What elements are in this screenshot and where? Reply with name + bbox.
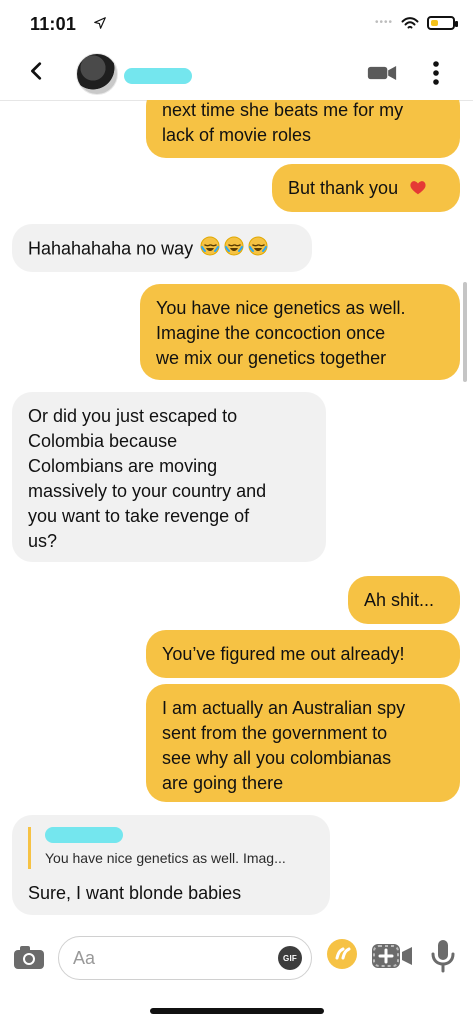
gif-button[interactable]: GIF (278, 946, 302, 970)
chat-header (0, 44, 473, 101)
message-text: Or did you just escaped to Colombia beca… (28, 406, 267, 551)
video-add-icon[interactable] (370, 940, 414, 972)
location-arrow-icon (94, 17, 106, 29)
wifi-icon (401, 17, 419, 29)
outgoing-message: But thank you (272, 164, 460, 212)
message-text: You’ve figured me out already! (162, 644, 405, 664)
contact-name-redaction (124, 68, 192, 84)
outgoing-message: I am actually an Australian spy sent fro… (146, 684, 460, 802)
laughing-with-tears-emoji (200, 236, 270, 263)
gif-label: GIF (283, 953, 297, 963)
home-indicator (150, 1008, 324, 1014)
message-text: I am actually an Australian spy sent fro… (162, 698, 406, 793)
heart-icon (409, 177, 427, 202)
video-camera-icon[interactable] (367, 64, 397, 82)
scrollbar[interactable] (463, 282, 467, 382)
camera-icon[interactable] (12, 943, 46, 971)
microphone-icon[interactable] (428, 938, 458, 974)
outgoing-message: Ah shit... (348, 576, 460, 624)
quoted-snippet: You have nice genetics as well. Imag... (45, 850, 286, 866)
message-text: next time she beats me for my lack of mo… (162, 100, 404, 145)
message-text: But thank you (288, 178, 399, 198)
incoming-reply-message: You have nice genetics as well. Imag... … (12, 815, 330, 915)
chat-thread: next time she beats me for my lack of mo… (0, 100, 473, 920)
message-text: You have nice genetics as well. Imagine … (156, 298, 406, 368)
signal-dots-icon: •••• (374, 17, 393, 28)
status-time: 11:01 (30, 14, 77, 34)
message-composer: Aa GIF (0, 928, 473, 990)
incoming-message: Or did you just escaped to Colombia beca… (12, 392, 326, 562)
message-text: Sure, I want blonde babies (28, 883, 242, 903)
battery-icon (427, 16, 458, 30)
battery-level (431, 20, 438, 26)
outgoing-message: next time she beats me for my lack of mo… (146, 100, 460, 158)
message-text: Ah shit... (364, 590, 435, 610)
quoted-name-redaction (45, 827, 123, 843)
more-vertical-icon[interactable] (431, 60, 441, 86)
message-input[interactable]: Aa (58, 936, 312, 980)
quoted-reply[interactable]: You have nice genetics as well. Imag... (28, 827, 314, 869)
quote-bubble-icon[interactable] (326, 938, 358, 970)
chevron-left-icon[interactable] (26, 60, 48, 82)
incoming-message: Hahahahaha no way (12, 224, 312, 272)
outgoing-message: You have nice genetics as well. Imagine … (140, 284, 460, 380)
status-right: •••• (374, 14, 458, 32)
avatar[interactable] (76, 53, 118, 95)
message-input-placeholder: Aa (73, 947, 96, 968)
outgoing-message: You’ve figured me out already! (146, 630, 460, 678)
message-text: Hahahahaha no way (28, 238, 194, 259)
status-bar: 11:01 •••• (0, 0, 473, 44)
